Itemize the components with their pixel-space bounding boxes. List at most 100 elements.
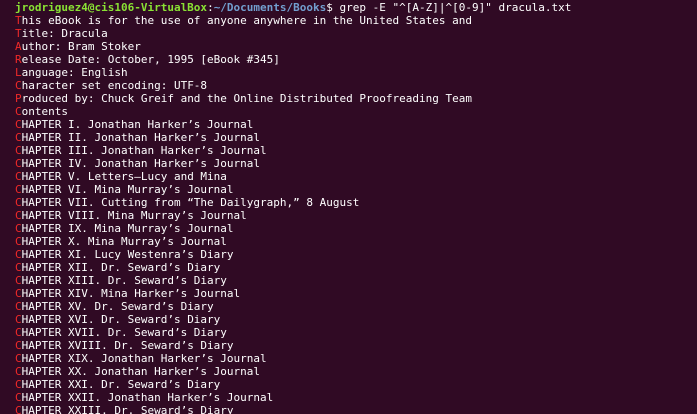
line-text: his eBook is for the use of anyone anywh…: [21, 14, 472, 27]
output-line: CHAPTER V. Letters—Lucy and Mina: [15, 170, 697, 183]
output-line: CHAPTER X. Mina Murray’s Journal: [15, 235, 697, 248]
match-highlight: T: [15, 14, 22, 27]
output-line: CHAPTER I. Jonathan Harker’s Journal: [15, 118, 697, 131]
match-highlight: C: [15, 222, 22, 235]
line-text: elease Date: October, 1995 [eBook #345]: [21, 53, 280, 66]
output-line: CHAPTER XVII. Dr. Seward’s Diary: [15, 326, 697, 339]
line-text: uthor: Bram Stoker: [21, 40, 141, 53]
output-line: Contents: [15, 105, 697, 118]
line-text: HAPTER VI. Mina Murray’s Journal: [21, 183, 234, 196]
output-line: CHAPTER XI. Lucy Westenra’s Diary: [15, 248, 697, 261]
output-line: Language: English: [15, 66, 697, 79]
match-highlight: C: [15, 404, 22, 414]
output-line: CHAPTER XII. Dr. Seward’s Diary: [15, 261, 697, 274]
prompt-separator: :: [207, 1, 214, 14]
output-line: CHAPTER XXII. Jonathan Harker’s Journal: [15, 391, 697, 404]
line-text: HAPTER XVI. Dr. Seward’s Diary: [21, 313, 221, 326]
prompt-line: jrodriguez4@cis106-VirtualBox:~/Document…: [15, 1, 697, 14]
line-text: HAPTER XIV. Mina Harker’s Journal: [21, 287, 241, 300]
output-line: CHAPTER VIII. Mina Murray’s Journal: [15, 209, 697, 222]
match-highlight: C: [15, 196, 22, 209]
output-line: Release Date: October, 1995 [eBook #345]: [15, 53, 697, 66]
output-line: Character set encoding: UTF-8: [15, 79, 697, 92]
line-text: HAPTER III. Jonathan Harker’s Journal: [21, 144, 267, 157]
match-highlight: C: [15, 235, 22, 248]
output-line: CHAPTER XX. Jonathan Harker’s Journal: [15, 365, 697, 378]
match-highlight: C: [15, 209, 22, 222]
line-text: HAPTER IX. Mina Murray’s Journal: [21, 222, 234, 235]
match-highlight: C: [15, 339, 22, 352]
output-line: CHAPTER XXI. Dr. Seward’s Diary: [15, 378, 697, 391]
match-highlight: C: [15, 157, 22, 170]
match-highlight: R: [15, 53, 22, 66]
match-highlight: T: [15, 27, 22, 40]
line-text: HAPTER XII. Dr. Seward’s Diary: [21, 261, 221, 274]
match-highlight: C: [15, 274, 22, 287]
output-line: CHAPTER XXIII. Dr. Seward’s Diary: [15, 404, 697, 414]
line-text: HAPTER I. Jonathan Harker’s Journal: [21, 118, 254, 131]
prompt-command: grep -E "^[A-Z]|^[0-9]" dracula.txt: [339, 1, 572, 14]
match-highlight: C: [15, 378, 22, 391]
match-highlight: C: [15, 365, 22, 378]
terminal-window[interactable]: jrodriguez4@cis106-VirtualBox:~/Document…: [0, 0, 697, 414]
output-line: Produced by: Chuck Greif and the Online …: [15, 92, 697, 105]
output-line: This eBook is for the use of anyone anyw…: [15, 14, 697, 27]
output-line: CHAPTER IV. Jonathan Harker’s Journal: [15, 157, 697, 170]
line-text: roduced by: Chuck Greif and the Online D…: [21, 92, 472, 105]
match-highlight: C: [15, 79, 22, 92]
output-line: Author: Bram Stoker: [15, 40, 697, 53]
match-highlight: L: [15, 66, 22, 79]
output-line: CHAPTER VII. Cutting from “The Dailygrap…: [15, 196, 697, 209]
match-highlight: C: [15, 248, 22, 261]
line-text: HAPTER XIII. Dr. Seward’s Diary: [21, 274, 227, 287]
line-text: HAPTER XI. Lucy Westenra’s Diary: [21, 248, 234, 261]
match-highlight: C: [15, 313, 22, 326]
match-highlight: C: [15, 287, 22, 300]
output-line: CHAPTER XIV. Mina Harker’s Journal: [15, 287, 697, 300]
output-line: CHAPTER II. Jonathan Harker’s Journal: [15, 131, 697, 144]
match-highlight: P: [15, 92, 22, 105]
output-line: CHAPTER III. Jonathan Harker’s Journal: [15, 144, 697, 157]
match-highlight: C: [15, 105, 22, 118]
terminal-output: This eBook is for the use of anyone anyw…: [15, 14, 697, 414]
line-text: HAPTER XVII. Dr. Seward’s Diary: [21, 326, 227, 339]
match-highlight: C: [15, 326, 22, 339]
line-text: HAPTER XIX. Jonathan Harker’s Journal: [21, 352, 267, 365]
output-line: CHAPTER XIX. Jonathan Harker’s Journal: [15, 352, 697, 365]
line-text: itle: Dracula: [21, 27, 108, 40]
line-text: HAPTER XXIII. Dr. Seward’s Diary: [21, 404, 234, 414]
line-text: HAPTER XX. Jonathan Harker’s Journal: [21, 365, 261, 378]
output-line: CHAPTER IX. Mina Murray’s Journal: [15, 222, 697, 235]
line-text: anguage: English: [21, 66, 128, 79]
match-highlight: C: [15, 118, 22, 131]
output-line: Title: Dracula: [15, 27, 697, 40]
line-text: HAPTER XV. Dr. Seward’s Diary: [21, 300, 214, 313]
output-line: CHAPTER XVI. Dr. Seward’s Diary: [15, 313, 697, 326]
match-highlight: C: [15, 352, 22, 365]
match-highlight: C: [15, 131, 22, 144]
match-highlight: C: [15, 170, 22, 183]
line-text: HAPTER XXII. Jonathan Harker’s Journal: [21, 391, 274, 404]
line-text: HAPTER VIII. Mina Murray’s Journal: [21, 209, 247, 222]
terminal-scrollbar[interactable]: [693, 0, 697, 414]
line-text: HAPTER XXI. Dr. Seward’s Diary: [21, 378, 221, 391]
line-text: HAPTER XVIII. Dr. Seward’s Diary: [21, 339, 234, 352]
line-text: HAPTER V. Letters—Lucy and Mina: [21, 170, 227, 183]
output-line: CHAPTER XIII. Dr. Seward’s Diary: [15, 274, 697, 287]
match-highlight: C: [15, 183, 22, 196]
output-line: CHAPTER VI. Mina Murray’s Journal: [15, 183, 697, 196]
match-highlight: C: [15, 144, 22, 157]
line-text: ontents: [21, 105, 68, 118]
output-line: CHAPTER XVIII. Dr. Seward’s Diary: [15, 339, 697, 352]
output-line: CHAPTER XV. Dr. Seward’s Diary: [15, 300, 697, 313]
line-text: HAPTER IV. Jonathan Harker’s Journal: [21, 157, 261, 170]
match-highlight: C: [15, 391, 22, 404]
line-text: HAPTER VII. Cutting from “The Dailygraph…: [21, 196, 360, 209]
line-text: HAPTER X. Mina Murray’s Journal: [21, 235, 227, 248]
prompt-symbol: $: [326, 1, 340, 14]
match-highlight: C: [15, 300, 22, 313]
match-highlight: A: [15, 40, 22, 53]
line-text: haracter set encoding: UTF-8: [21, 79, 208, 92]
match-highlight: C: [15, 261, 22, 274]
prompt-user-host: jrodriguez4@cis106-VirtualBox: [15, 1, 208, 14]
